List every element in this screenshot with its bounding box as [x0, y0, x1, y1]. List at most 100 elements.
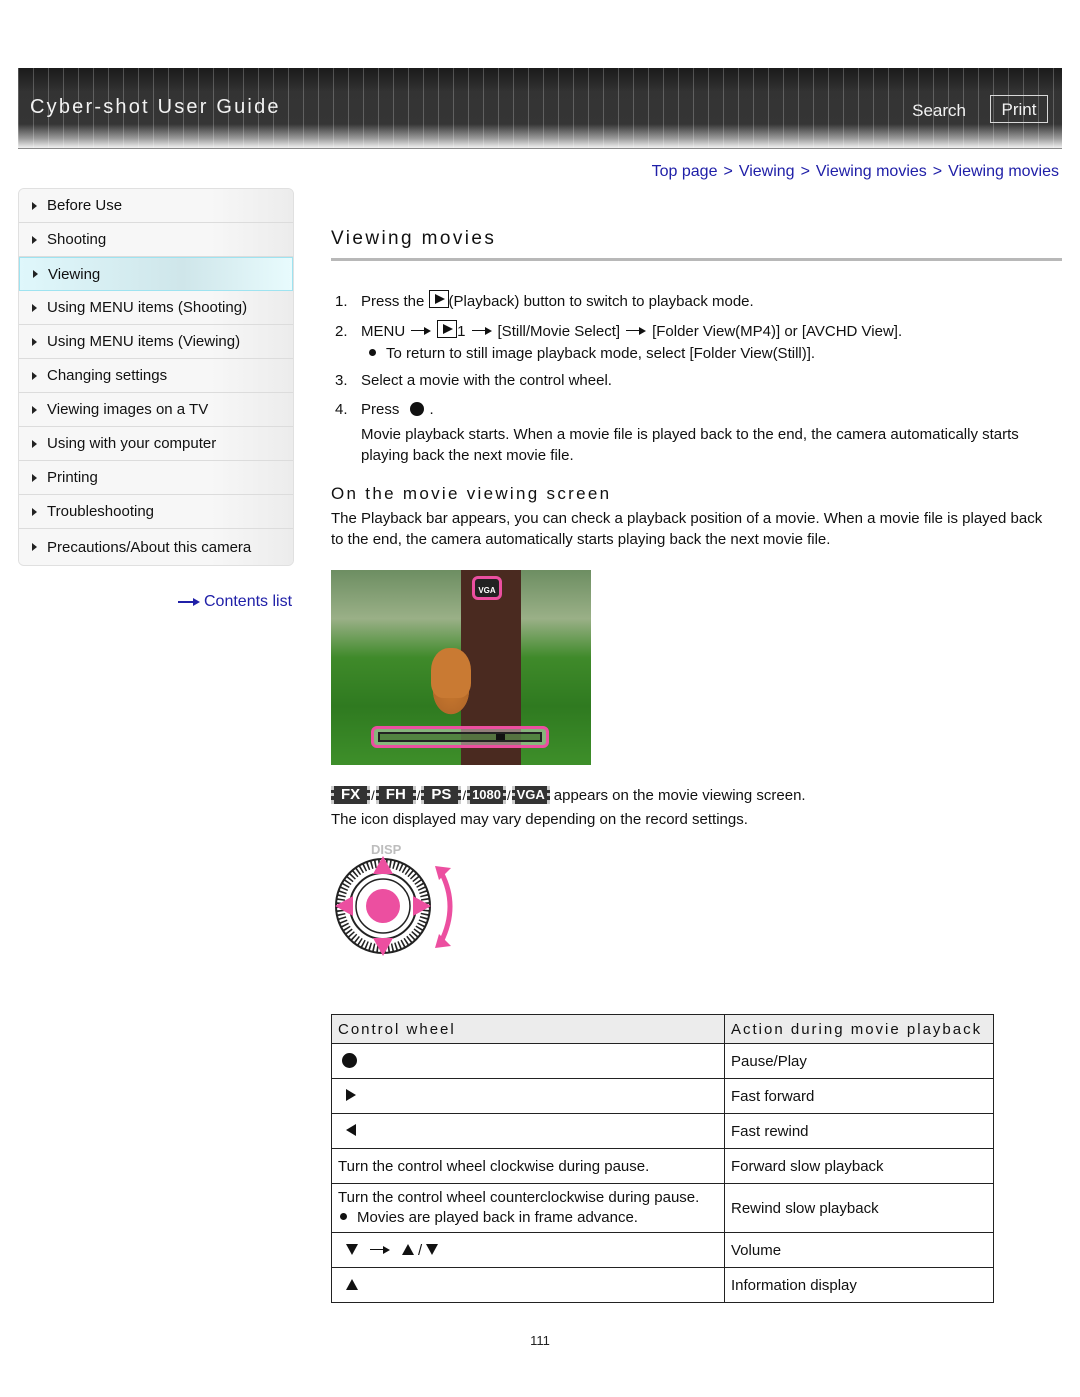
vga-badge-icon: VGA: [472, 576, 502, 600]
table-header-row: Control wheel Action during movie playba…: [331, 1014, 994, 1044]
sidebar-item-label: Viewing: [48, 265, 101, 283]
separator: /: [418, 1241, 423, 1259]
control-cell: Turn the control wheel counterclockwise …: [331, 1183, 725, 1233]
up-arrow-icon: [402, 1243, 414, 1255]
action-cell: Fast forward: [724, 1078, 994, 1114]
record-mode-badges: FX / FH / PS/ 1080/ VGA appears on the mov…: [331, 786, 806, 804]
arrow-right-icon: [411, 327, 432, 335]
badges-note: The icon displayed may vary depending on…: [331, 811, 748, 828]
arrow-right-icon: [370, 1245, 390, 1254]
playback-track: [378, 732, 542, 742]
disp-label: DISP: [371, 842, 402, 857]
step-number: 2.: [335, 323, 348, 340]
sidebar-item-label: Printing: [47, 469, 98, 486]
playback-position-marker: [496, 734, 505, 740]
step-text: Press: [361, 401, 400, 418]
breadcrumb-separator: >: [932, 163, 943, 180]
up-arrow-icon: [346, 1278, 358, 1290]
menu-label: MENU: [361, 323, 406, 340]
sidebar-item-label: Precautions/About this camera: [47, 538, 252, 556]
sidebar-item-computer[interactable]: Using with your computer: [19, 427, 293, 461]
caret-right-icon: [32, 405, 37, 414]
bullet-icon: [369, 349, 376, 356]
sidebar-item-menu-viewing[interactable]: Using MENU items (Viewing): [19, 325, 293, 359]
breadcrumb-viewing-movies-current[interactable]: Viewing movies: [948, 163, 1059, 180]
fh-badge-icon: FH: [375, 786, 416, 804]
control-cell: [331, 1267, 725, 1303]
step-1: 1. Press the (Playback) button to switch …: [331, 290, 754, 310]
caret-right-icon: [32, 507, 37, 516]
table-row: / Volume: [331, 1232, 994, 1268]
sidebar-item-changing-settings[interactable]: Changing settings: [19, 359, 293, 393]
controls-table: Control wheel Action during movie playba…: [331, 1014, 994, 1303]
column-header: Control wheel: [331, 1014, 725, 1044]
step-text: [Still/Movie Select]: [497, 323, 621, 340]
control-cell: [331, 1078, 725, 1114]
sidebar-item-printing[interactable]: Printing: [19, 461, 293, 495]
down-arrow-icon: [346, 1243, 358, 1255]
sidebar-item-viewing-on-tv[interactable]: Viewing images on a TV: [19, 393, 293, 427]
action-cell: Information display: [724, 1267, 994, 1303]
control-cell: [331, 1043, 725, 1079]
left-arrow-icon: [346, 1123, 356, 1136]
rotation-arc-icon: [438, 870, 453, 944]
center-button-icon: [366, 889, 400, 923]
action-cell: Volume: [724, 1232, 994, 1268]
breadcrumb-top-page[interactable]: Top page: [652, 163, 718, 180]
step-2: 2. MENU 1 [Still/Movie Select] [Folder View(…: [331, 320, 902, 340]
step-text: Select a movie with the control wheel.: [361, 372, 612, 389]
step-3: 3. Select a movie with the control wheel.: [331, 372, 612, 389]
note-text: Movies are played back in frame advance.: [357, 1209, 638, 1226]
action-cell: Rewind slow playback: [724, 1183, 994, 1233]
caret-right-icon: [32, 303, 37, 312]
contents-list-label: Contents list: [204, 593, 293, 610]
section-paragraph: The Playback bar appears, you can check …: [331, 510, 1043, 548]
table-row: Fast rewind: [331, 1113, 994, 1149]
column-header: Action during movie playback: [724, 1014, 994, 1044]
ps-badge-icon: PS: [421, 786, 462, 804]
badges-suffix: appears on the movie viewing screen.: [553, 786, 806, 804]
sidebar-item-precautions[interactable]: Precautions/About this camera: [19, 529, 293, 565]
fx-badge-icon: FX: [331, 786, 371, 804]
sidebar-item-label: Viewing images on a TV: [47, 401, 209, 418]
search-button[interactable]: Search: [912, 101, 966, 121]
caret-right-icon: [32, 337, 37, 346]
sidebar-item-label: Troubleshooting: [47, 503, 155, 520]
down-arrow-icon: [426, 1243, 439, 1255]
movie-screen-image: VGA: [331, 570, 591, 765]
table-row: Turn the control wheel clockwise during …: [331, 1148, 994, 1184]
header-bar: Cyber-shot User Guide Search Print: [18, 68, 1062, 149]
breadcrumb-viewing[interactable]: Viewing: [739, 163, 795, 180]
breadcrumb: Top page > Viewing > Viewing movies > Viewing …: [652, 163, 1059, 181]
caret-right-icon: [32, 439, 37, 448]
guide-title[interactable]: Cyber-shot User Guide: [30, 96, 281, 119]
center-button-icon: [409, 402, 424, 416]
playback-bar: [371, 726, 549, 748]
print-button[interactable]: Print: [990, 95, 1048, 123]
caret-right-icon: [32, 235, 37, 244]
control-cell: [331, 1113, 725, 1149]
step-text: .: [429, 401, 434, 418]
tab-number: 1: [457, 323, 466, 340]
playback-icon: [428, 290, 449, 308]
page-title: Viewing movies: [331, 228, 1062, 261]
slash: /: [506, 787, 511, 803]
sidebar-item-before-use[interactable]: Before Use: [19, 189, 293, 223]
table-row: Turn the control wheel counterclockwise …: [331, 1183, 994, 1233]
control-cell: Turn the control wheel clockwise during …: [331, 1148, 725, 1184]
page-number: 111: [530, 1333, 550, 1348]
slash: /: [371, 787, 375, 803]
step-number: 1.: [335, 293, 348, 310]
breadcrumb-viewing-movies-parent[interactable]: Viewing movies: [816, 163, 927, 180]
sidebar-item-shooting[interactable]: Shooting: [19, 223, 293, 257]
sidebar-item-viewing[interactable]: Viewing: [19, 257, 293, 291]
arrow-right-icon: [626, 327, 647, 335]
control-cell: /: [331, 1232, 725, 1268]
slash: /: [462, 787, 467, 803]
sidebar-item-troubleshooting[interactable]: Troubleshooting: [19, 495, 293, 529]
sidebar-item-menu-shooting[interactable]: Using MENU items (Shooting): [19, 291, 293, 325]
step-text: Press the: [361, 293, 425, 310]
step-text: [Folder View(MP4)] or [AVCHD View].: [652, 323, 903, 340]
contents-list-link[interactable]: Contents list: [178, 593, 292, 611]
step-2-note: To return to still image playback mode, …: [369, 345, 815, 362]
